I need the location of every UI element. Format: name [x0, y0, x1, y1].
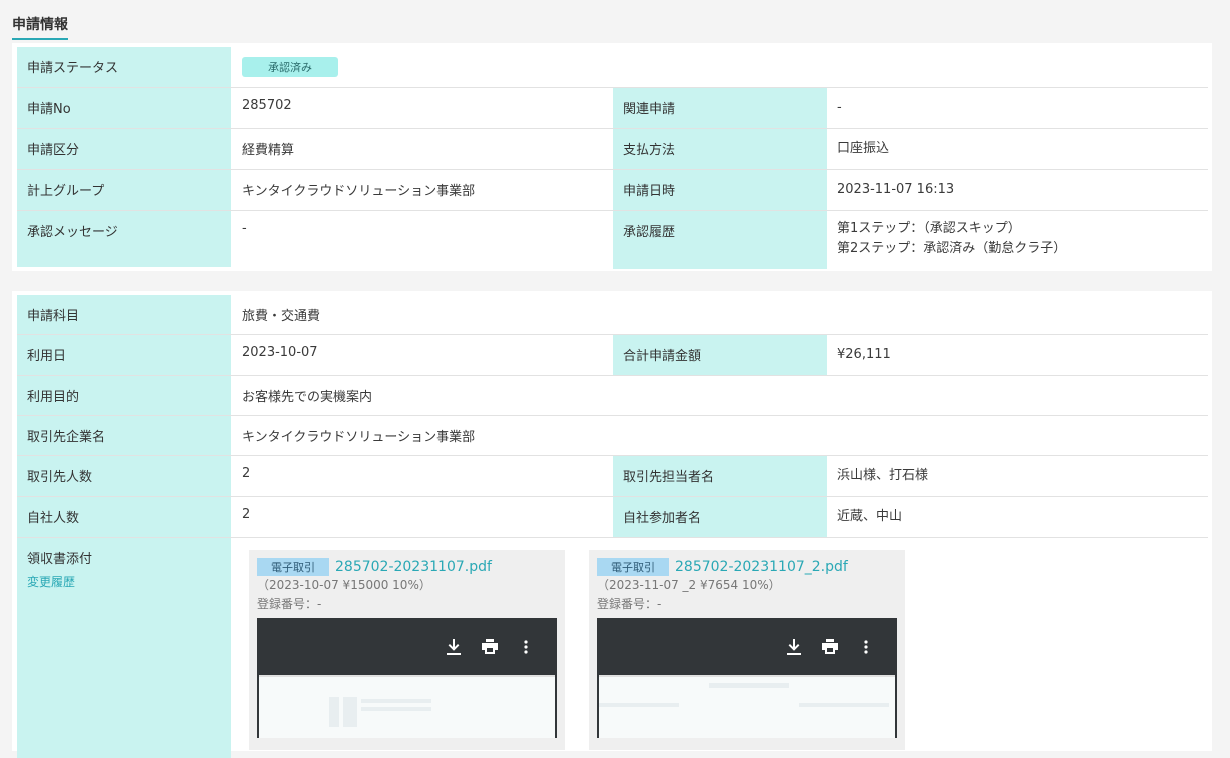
total-label: 合計申請金額 — [613, 335, 827, 375]
change-history-link[interactable]: 変更履歴 — [27, 573, 221, 590]
company-row: 取引先企業名 キンタイクラウドソリューション事業部 — [17, 416, 1208, 456]
field-value: 口座振込 — [837, 141, 890, 156]
approval-history-step-2: 第2ステップ：承認済み（勤怠クラ子） — [837, 241, 1067, 256]
field-value: キンタイクラウドソリューション事業部 — [242, 184, 476, 199]
client-count-value: 2 — [242, 466, 251, 481]
approval-row: 承認メッセージ - 承認履歴 第1ステップ：（承認スキップ） 第2ステップ：承認… — [17, 211, 1208, 269]
company-label: 取引先企業名 — [17, 416, 231, 455]
attachment-registration: 登録番号：- — [257, 597, 322, 611]
receipt-row: 領収書添付 変更履歴 電子取引 285702-20231107.pdf （2023… — [17, 538, 1208, 758]
more-options-icon[interactable] — [857, 638, 875, 656]
pdf-toolbar — [257, 618, 557, 675]
pdf-viewer — [597, 618, 897, 738]
field-value: - — [837, 100, 842, 115]
print-icon[interactable] — [821, 638, 839, 656]
field-label: 申請区分 — [17, 129, 231, 169]
attachment-tag: 電子取引 — [597, 558, 669, 576]
attachment-meta: （2023-11-07 _2 ¥7654 10%） — [597, 578, 781, 592]
field-value: 285702 — [242, 98, 292, 113]
approval-history-label: 承認履歴 — [613, 211, 827, 269]
subject-value: 旅費・交通費 — [242, 309, 321, 324]
attachment-meta: （2023-10-07 ¥15000 10%） — [257, 578, 431, 592]
status-badge: 承認済み — [242, 57, 338, 77]
approval-message-label: 承認メッセージ — [17, 211, 231, 267]
field-label: 関連申請 — [613, 88, 827, 128]
total-value: ¥26,111 — [837, 347, 891, 362]
status-row: 申請ステータス 承認済み — [17, 47, 1208, 88]
receipt-label-cell: 領収書添付 変更履歴 — [17, 538, 231, 758]
download-icon[interactable] — [445, 638, 463, 656]
attachment-file-link[interactable]: 285702-20231107.pdf — [335, 559, 492, 575]
pdf-toolbar — [597, 618, 897, 675]
company-value: キンタイクラウドソリューション事業部 — [242, 430, 476, 445]
application-info-card: 申請ステータス 承認済み 申請No 285702 関連申請 - 申請区分 経費精… — [12, 43, 1212, 271]
approval-history-value: 第1ステップ：（承認スキップ） 第2ステップ：承認済み（勤怠クラ子） — [827, 211, 1208, 269]
pdf-page-preview — [259, 675, 555, 738]
pdf-page-preview — [599, 675, 895, 738]
own-count-value: 2 — [242, 507, 251, 522]
own-row: 自社人数 2 自社参加者名 近蔵、中山 — [17, 497, 1208, 538]
client-names-value: 浜山様、打石様 — [837, 468, 929, 483]
attachment-card: 電子取引 285702-20231107_2.pdf （2023-11-07 _2… — [589, 550, 905, 750]
attachment-registration: 登録番号：- — [597, 597, 662, 611]
purpose-row: 利用目的 お客様先での実機案内 — [17, 376, 1208, 416]
info-row: 計上グループ キンタイクラウドソリューション事業部 申請日時 2023-11-0… — [17, 170, 1208, 211]
expense-detail-card: 申請科目 旅費・交通費 利用日 2023-10-07 合計申請金額 ¥26,11… — [12, 291, 1212, 758]
approval-history-step-1: 第1ステップ：（承認スキップ） — [837, 221, 1021, 236]
download-icon[interactable] — [785, 638, 803, 656]
status-label: 申請ステータス — [17, 47, 231, 87]
field-label: 申請No — [17, 88, 231, 128]
attachment-tag: 電子取引 — [257, 558, 329, 576]
approval-message-value: - — [242, 221, 247, 236]
attachment-card: 電子取引 285702-20231107.pdf （2023-10-07 ¥150… — [249, 550, 565, 750]
field-label: 計上グループ — [17, 170, 231, 210]
subject-row: 申請科目 旅費・交通費 — [17, 295, 1208, 335]
client-names-label: 取引先担当者名 — [613, 456, 827, 496]
date-label: 利用日 — [17, 335, 231, 375]
purpose-label: 利用目的 — [17, 376, 231, 415]
status-value: 承認済み — [232, 47, 1208, 87]
own-count-label: 自社人数 — [17, 497, 231, 537]
info-row: 申請No 285702 関連申請 - — [17, 88, 1208, 129]
purpose-value: お客様先での実機案内 — [242, 390, 373, 405]
attachments: 電子取引 285702-20231107.pdf （2023-10-07 ¥150… — [232, 538, 905, 758]
more-options-icon[interactable] — [517, 638, 535, 656]
print-icon[interactable] — [481, 638, 499, 656]
attachment-file-link[interactable]: 285702-20231107_2.pdf — [675, 559, 848, 575]
date-row: 利用日 2023-10-07 合計申請金額 ¥26,111 — [17, 335, 1208, 376]
client-row: 取引先人数 2 取引先担当者名 浜山様、打石様 — [17, 456, 1208, 497]
field-label: 支払方法 — [613, 129, 827, 169]
own-names-label: 自社参加者名 — [613, 497, 827, 537]
subject-label: 申請科目 — [17, 295, 231, 334]
field-value: 経費精算 — [242, 143, 295, 158]
date-value: 2023-10-07 — [242, 345, 318, 360]
info-row: 申請区分 経費精算 支払方法 口座振込 — [17, 129, 1208, 170]
receipt-label: 領収書添付 — [27, 552, 93, 567]
client-count-label: 取引先人数 — [17, 456, 231, 496]
field-value: 2023-11-07 16:13 — [837, 182, 955, 197]
pdf-viewer — [257, 618, 557, 738]
own-names-value: 近蔵、中山 — [837, 509, 903, 524]
section-title: 申請情報 — [12, 14, 68, 40]
field-label: 申請日時 — [613, 170, 827, 210]
